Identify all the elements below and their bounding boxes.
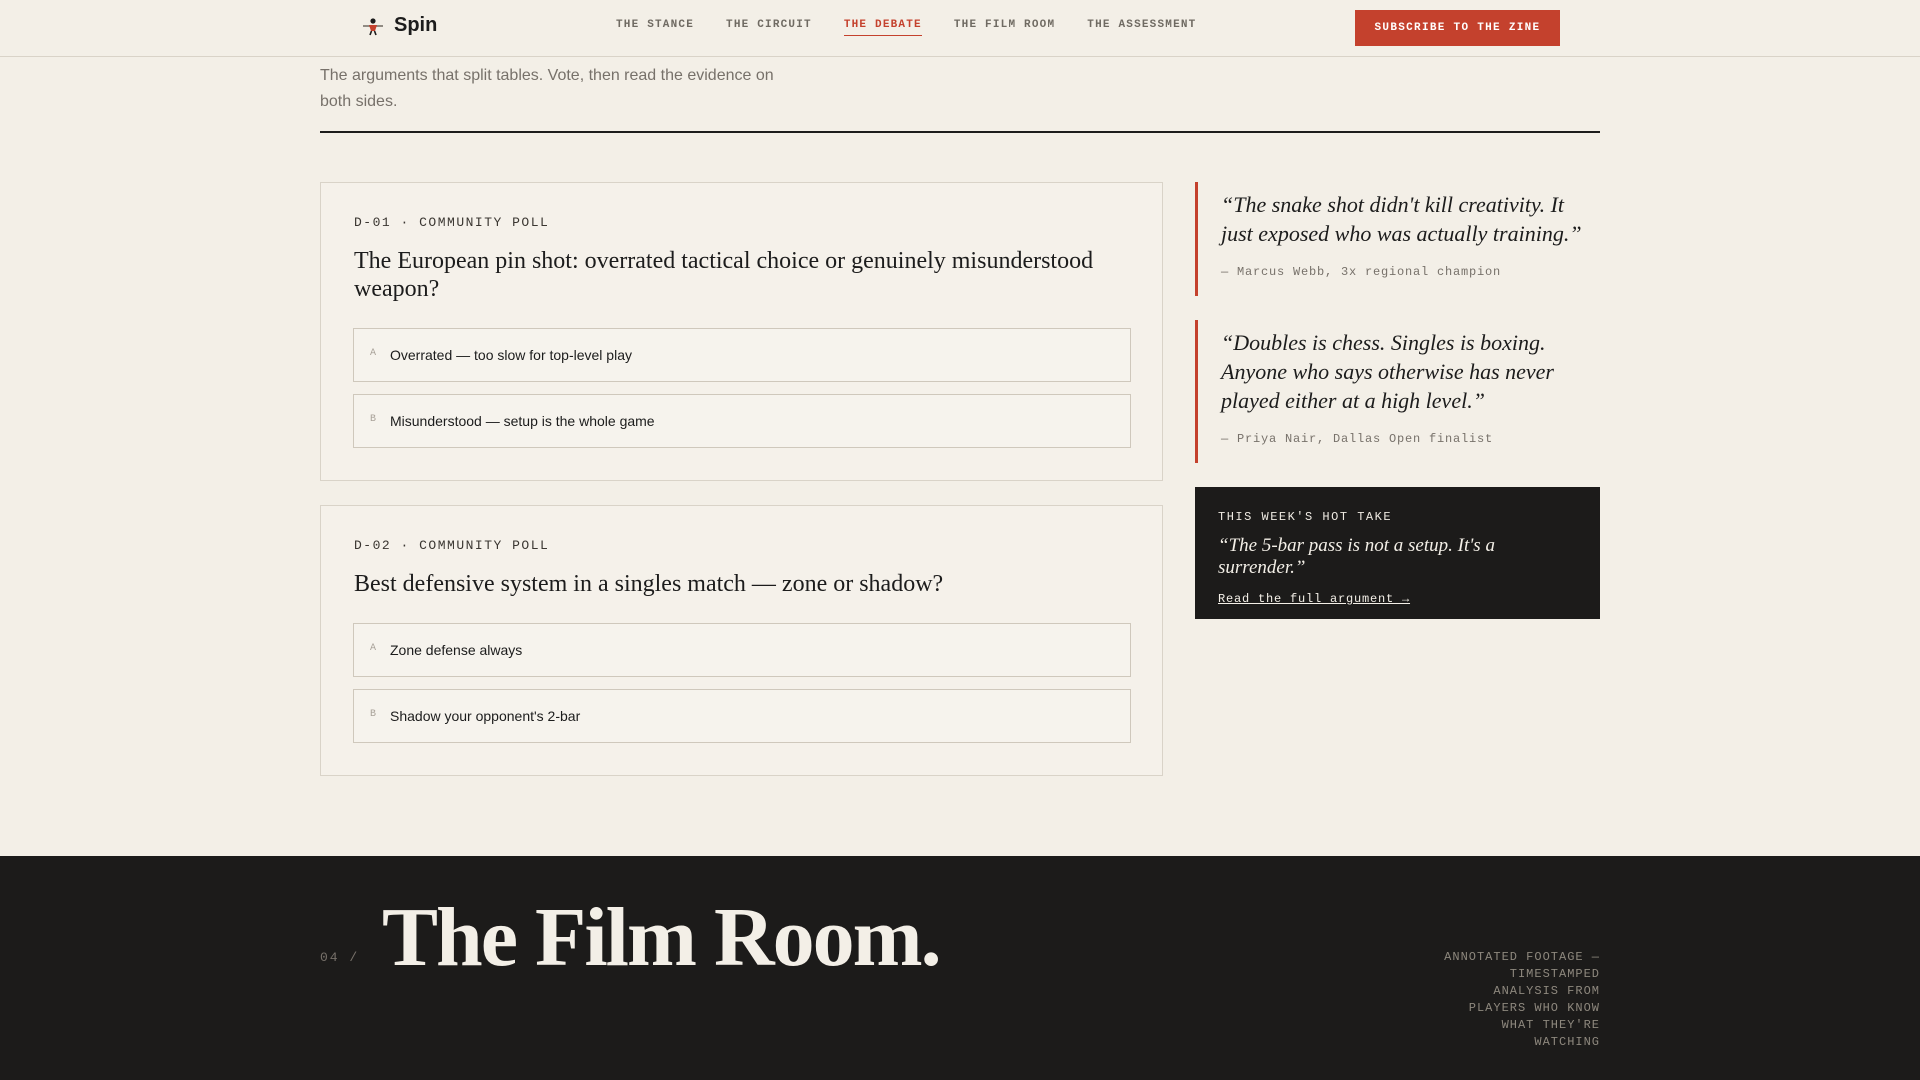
option-letter: B xyxy=(370,709,377,720)
poll-option-a[interactable]: A Overrated — too slow for top-level pla… xyxy=(353,328,1131,382)
subscribe-button[interactable]: SUBSCRIBE TO THE ZINE xyxy=(1355,10,1560,46)
poll-option-b[interactable]: B Misunderstood — setup is the whole gam… xyxy=(353,394,1131,448)
option-text: Misunderstood — setup is the whole game xyxy=(390,413,655,429)
nav-the-film-room[interactable]: THE FILM ROOM xyxy=(954,19,1055,36)
option-letter: B xyxy=(370,414,377,425)
nav-the-assessment[interactable]: THE ASSESSMENT xyxy=(1087,19,1196,36)
pull-quote: “Doubles is chess. Singles is boxing. An… xyxy=(1195,320,1600,463)
nav-the-circuit[interactable]: THE CIRCUIT xyxy=(726,19,812,36)
section-intro: The arguments that split tables. Vote, t… xyxy=(320,67,774,110)
brand[interactable]: Spin xyxy=(362,14,437,37)
nav-the-stance[interactable]: THE STANCE xyxy=(616,19,694,36)
poll-meta: D-02 · COMMUNITY POLL xyxy=(354,538,550,553)
poll-card: D-01 · COMMUNITY POLL The European pin s… xyxy=(320,182,1163,481)
section-title: The Film Room. xyxy=(382,891,942,984)
hot-take-text: “The 5-bar pass is not a setup. It's a s… xyxy=(1218,535,1495,578)
site-header: Spin THE STANCE THE CIRCUIT THE DEBATE T… xyxy=(0,0,1920,57)
film-room-section: 04 / The Film Room. ANNOTATED FOOTAGE — … xyxy=(0,856,1920,1080)
option-text: Overrated — too slow for top-level play xyxy=(390,347,632,363)
quote-attribution: — Priya Nair, Dallas Open finalist xyxy=(1221,432,1494,446)
section-number: 04 / xyxy=(320,950,360,965)
section-divider xyxy=(320,131,1600,133)
hot-take-label: THIS WEEK'S HOT TAKE xyxy=(1218,510,1393,524)
poll-option-a[interactable]: A Zone defense always xyxy=(353,623,1131,677)
brand-name: Spin xyxy=(394,14,438,36)
option-text: Zone defense always xyxy=(390,642,523,658)
poll-card: D-02 · COMMUNITY POLL Best defensive sys… xyxy=(320,505,1163,776)
foosball-player-icon xyxy=(363,17,383,35)
main-nav: THE STANCE THE CIRCUIT THE DEBATE THE FI… xyxy=(616,19,1196,36)
read-full-argument-link[interactable]: Read the full argument → xyxy=(1218,592,1410,606)
poll-option-b[interactable]: B Shadow your opponent's 2-bar xyxy=(353,689,1131,743)
quote-attribution: — Marcus Webb, 3x regional champion xyxy=(1221,265,1502,279)
option-text: Shadow your opponent's 2-bar xyxy=(390,708,581,724)
quote-text: “The snake shot didn't kill creativity. … xyxy=(1221,192,1582,246)
pull-quote: “The snake shot didn't kill creativity. … xyxy=(1195,182,1600,296)
poll-question: Best defensive system in a singles match… xyxy=(354,571,944,597)
hot-take-card: THIS WEEK'S HOT TAKE “The 5-bar pass is … xyxy=(1195,487,1600,619)
option-letter: A xyxy=(370,348,377,359)
nav-the-debate[interactable]: THE DEBATE xyxy=(843,19,922,36)
poll-question: The European pin shot: overrated tactica… xyxy=(354,248,1094,302)
quote-text: “Doubles is chess. Singles is boxing. An… xyxy=(1221,330,1554,413)
section-description: ANNOTATED FOOTAGE — TIMESTAMPED ANALYSIS… xyxy=(1444,950,1600,1049)
poll-meta: D-01 · COMMUNITY POLL xyxy=(354,215,550,230)
option-letter: A xyxy=(370,643,377,654)
